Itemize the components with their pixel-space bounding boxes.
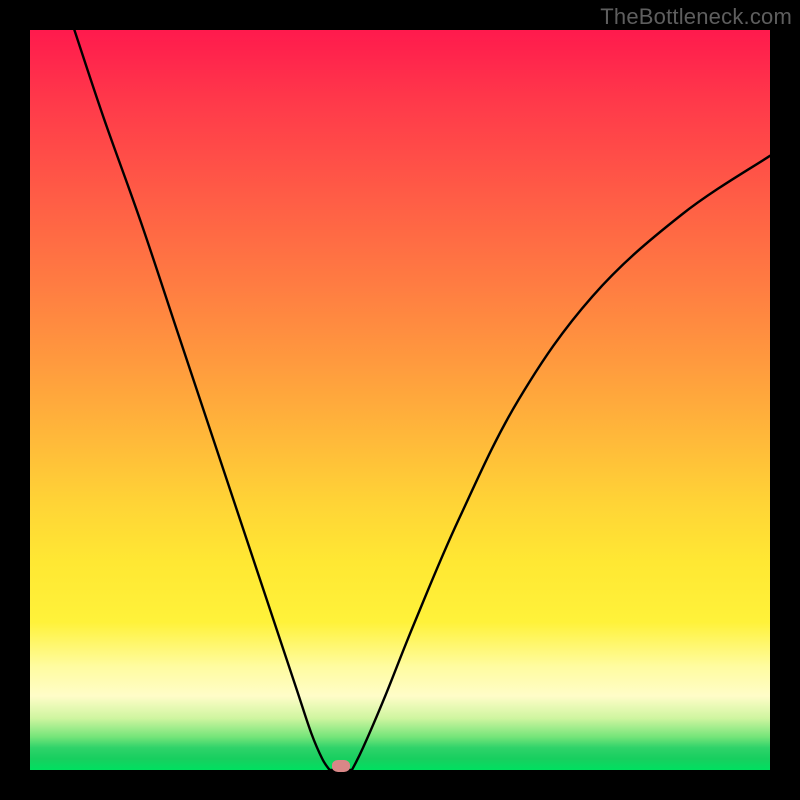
optimal-marker (332, 760, 350, 772)
watermark-text: TheBottleneck.com (600, 4, 792, 30)
bottleneck-curve (74, 30, 770, 770)
plot-area (30, 30, 770, 770)
curve-svg (30, 30, 770, 770)
chart-frame: TheBottleneck.com (0, 0, 800, 800)
